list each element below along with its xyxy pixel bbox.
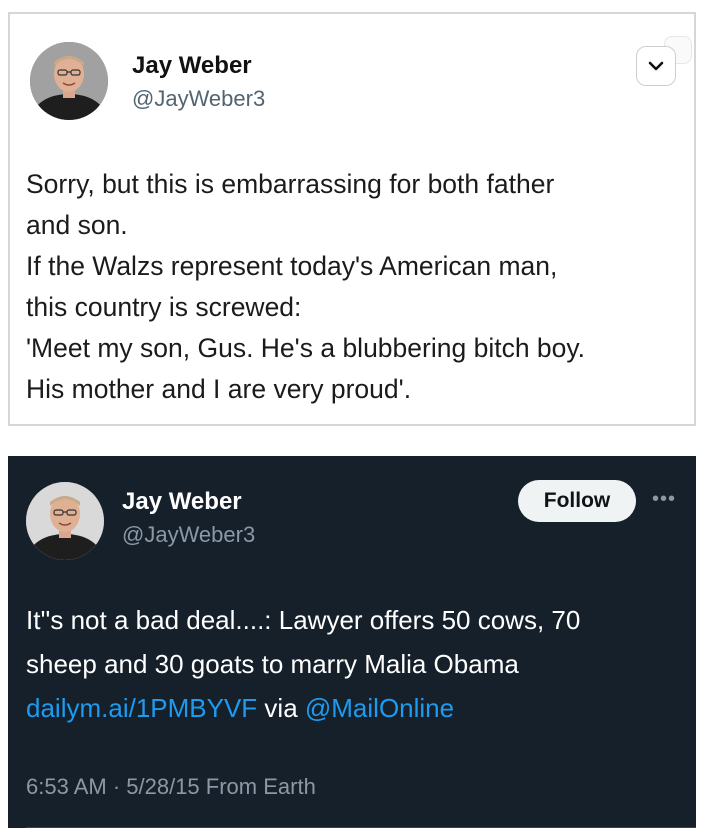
author-name[interactable]: Jay Weber bbox=[132, 52, 252, 80]
tweet-text-line: His mother and I are very proud'. bbox=[26, 374, 412, 404]
more-dots-icon[interactable]: ••• bbox=[646, 484, 682, 514]
tweet-menu-button[interactable] bbox=[636, 46, 676, 86]
tweet-link-line: dailym.ai/1PMBYVF via @MailOnline bbox=[26, 686, 686, 730]
tweet-text-line: It''s not a bad deal....: Lawyer offers … bbox=[26, 605, 581, 635]
chevron-down-icon bbox=[648, 61, 664, 71]
author-handle[interactable]: @JayWeber3 bbox=[122, 522, 255, 548]
avatar[interactable] bbox=[26, 482, 104, 560]
tweet-menu bbox=[634, 32, 692, 90]
author-name[interactable]: Jay Weber bbox=[122, 488, 242, 516]
mention-link[interactable]: @MailOnline bbox=[305, 693, 454, 723]
tweet-timestamp[interactable]: 6:53 AM · 5/28/15 From Earth bbox=[26, 774, 316, 800]
follow-button[interactable]: Follow bbox=[518, 480, 636, 522]
tweet-text-line: Sorry, but this is embarrassing for both… bbox=[26, 169, 555, 199]
tweet-text-line: this country is screwed: bbox=[26, 292, 302, 322]
tweet-text-line: and son. bbox=[26, 210, 128, 240]
author-handle[interactable]: @JayWeber3 bbox=[132, 86, 265, 112]
avatar[interactable] bbox=[30, 42, 108, 120]
tweet-text: It''s not a bad deal....: Lawyer offers … bbox=[26, 598, 686, 730]
tweet-text: Sorry, but this is embarrassing for both… bbox=[26, 164, 686, 410]
avatar-image bbox=[26, 482, 104, 560]
tweet-card-dark: Jay Weber @JayWeber3 Follow ••• It''s no… bbox=[8, 456, 696, 828]
tweet-card-light: Jay Weber @JayWeber3 Sorry, but this is … bbox=[8, 12, 696, 426]
article-link[interactable]: dailym.ai/1PMBYVF bbox=[26, 693, 257, 723]
tweet-text-line: sheep and 30 goats to marry Malia Obama bbox=[26, 649, 519, 679]
tweet-text-line: 'Meet my son, Gus. He's a blubbering bit… bbox=[26, 333, 586, 363]
avatar-image bbox=[30, 42, 108, 120]
via-text: via bbox=[257, 693, 305, 723]
tweet-text-line: If the Walzs represent today's American … bbox=[26, 251, 558, 281]
